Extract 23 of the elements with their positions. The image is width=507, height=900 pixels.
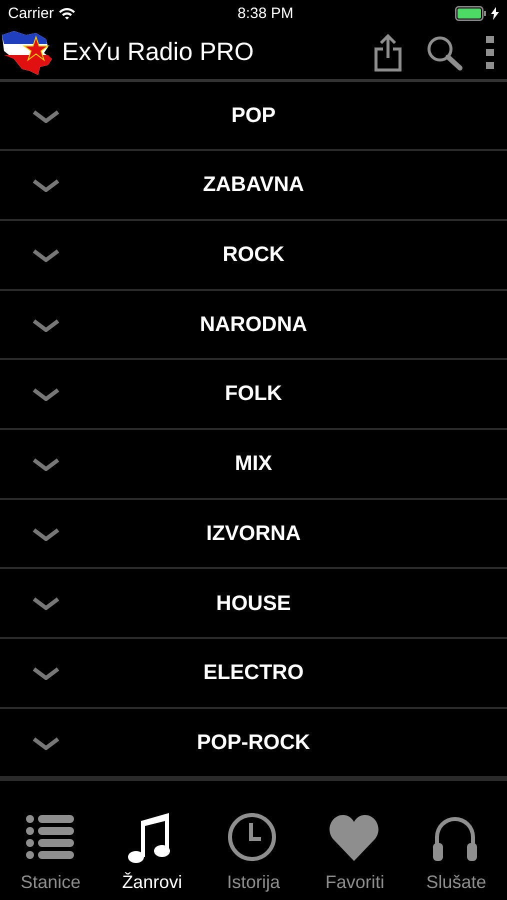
charging-icon (491, 7, 499, 20)
genre-row[interactable]: MIX (0, 430, 507, 500)
battery-icon (455, 6, 487, 22)
wifi-icon (58, 7, 76, 20)
genre-row[interactable]: ELECTRO (0, 639, 507, 709)
search-icon[interactable] (425, 34, 463, 72)
genre-row[interactable]: FOLK (0, 360, 507, 430)
tab[interactable]: Stanice (0, 811, 102, 900)
tab[interactable]: Istorija (202, 811, 304, 900)
clock-time: 8:38 PM (237, 4, 294, 24)
genre-row[interactable]: ZABAVNA (0, 151, 507, 221)
tab[interactable]: Žanrovi (102, 811, 203, 900)
genre-row[interactable]: ROCK (0, 220, 507, 291)
genre-row[interactable]: POP (0, 82, 507, 152)
carrier-label: Carrier (8, 4, 54, 24)
genre-row[interactable]: HOUSE (0, 569, 507, 640)
tab[interactable]: Favoriti (304, 811, 406, 900)
app-title: ExYu Radio PRO (62, 37, 255, 68)
share-icon[interactable] (373, 34, 403, 72)
genre-row[interactable]: POP-ROCK (0, 708, 507, 778)
genre-row[interactable]: NARODNA (0, 290, 507, 360)
genre-row[interactable]: IZVORNA (0, 500, 507, 570)
tab[interactable]: Slušate (406, 811, 507, 900)
